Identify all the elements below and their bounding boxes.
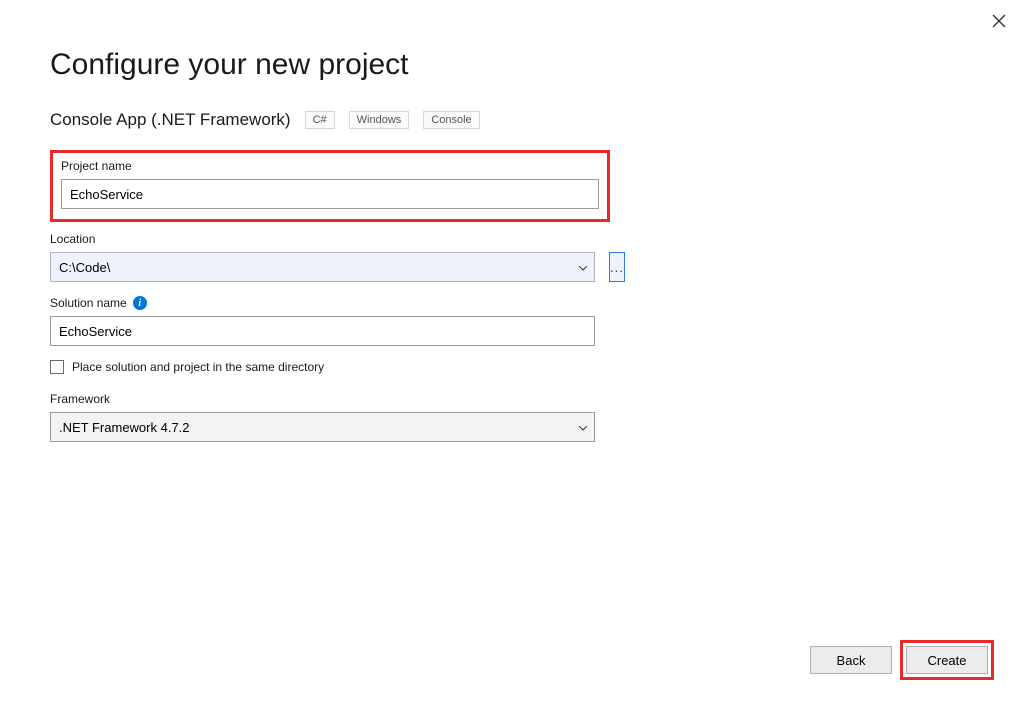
project-name-label: Project name	[61, 159, 599, 173]
project-name-highlight: Project name	[50, 150, 610, 222]
info-icon[interactable]: i	[133, 296, 147, 310]
solution-name-input[interactable]	[50, 316, 595, 346]
same-directory-label: Place solution and project in the same d…	[72, 360, 324, 374]
solution-name-label: Solution name i	[50, 296, 610, 310]
close-icon[interactable]	[992, 14, 1008, 30]
solution-name-label-text: Solution name	[50, 296, 127, 310]
create-button[interactable]: Create	[906, 646, 988, 674]
framework-select[interactable]	[50, 412, 595, 442]
browse-button[interactable]: ...	[609, 252, 625, 282]
template-name: Console App (.NET Framework)	[50, 110, 291, 130]
template-info: Console App (.NET Framework) C# Windows …	[50, 110, 976, 130]
template-tag: Console	[423, 111, 479, 129]
framework-label: Framework	[50, 392, 610, 406]
page-title: Configure your new project	[50, 48, 976, 82]
create-button-highlight: Create	[900, 640, 994, 680]
project-name-input[interactable]	[61, 179, 599, 209]
same-directory-checkbox[interactable]	[50, 360, 64, 374]
template-tag: C#	[305, 111, 335, 129]
location-label: Location	[50, 232, 610, 246]
template-tag: Windows	[349, 111, 410, 129]
back-button[interactable]: Back	[810, 646, 892, 674]
location-input[interactable]	[50, 252, 595, 282]
